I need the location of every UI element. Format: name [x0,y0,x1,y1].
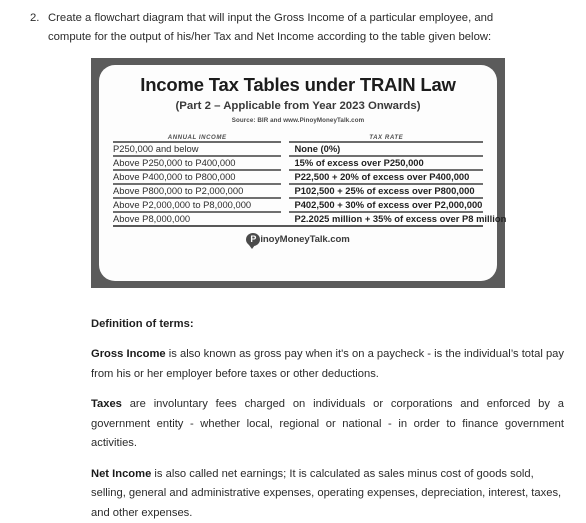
question-text: Create a flowchart diagram that will inp… [48,9,564,47]
question-line-2: compute for the output of his/her Tax an… [48,31,492,43]
definition-taxes: Taxes are involuntary fees charged on in… [91,395,564,454]
cell-income: Above P400,000 to P800,000 [113,170,282,185]
table-row: P250,000 and below None (0%) [113,141,483,157]
definition-term: Taxes [91,398,122,411]
table-row: Above P8,000,000 P2.2025 million + 35% o… [113,212,506,227]
cell-income: Above P800,000 to P2,000,000 [113,184,282,199]
figure-card: Income Tax Tables under TRAIN Law (Part … [99,65,506,281]
cell-spacer [281,156,289,170]
cell-income: Above P8,000,000 [113,212,282,227]
definition-gross-income: Gross Income is also known as gross pay … [91,345,564,384]
cell-spacer [281,184,289,198]
question-line-1: Create a flowchart diagram that will inp… [48,12,494,24]
cell-rate: P102,500 + 25% of excess over P800,000 [289,184,483,199]
table-row: Above P800,000 to P2,000,000 P102,500 + … [113,184,483,199]
logo-text: inoyMoneyTalk.com [260,234,350,245]
column-header-tax-rate: TAX RATE [369,134,404,141]
definition-term: Net Income [91,467,152,480]
cell-rate: P402,500 + 30% of excess over P2,000,000 [289,198,483,213]
cell-income: Above P2,000,000 to P8,000,000 [113,198,282,213]
figure-frame: Income Tax Tables under TRAIN Law (Part … [91,58,506,288]
column-header-annual-income: ANNUAL INCOME [167,134,227,141]
definition-net-income: Net Income is also called net earnings; … [91,465,564,523]
cell-rate: P22,500 + 20% of excess over P400,000 [289,170,483,185]
cell-income: P250,000 and below [113,141,282,157]
table-row: Above P250,000 to P400,000 15% of excess… [113,156,483,171]
cell-spacer [281,212,290,227]
figure-title: Income Tax Tables under TRAIN Law [140,74,456,95]
tax-table-figure: Income Tax Tables under TRAIN Law (Part … [0,58,586,288]
tax-rate-table: ANNUAL INCOME TAX RATE P250,000 and belo… [113,130,506,227]
speech-bubble-icon: P [246,233,261,249]
figure-source: Source: BIR and www.PinoyMoneyTalk.com [231,117,365,124]
cell-spacer [281,170,289,184]
pinoymoneytalk-logo: P inoyMoneyTalk.com [113,233,483,249]
logo-mark-letter: P [250,233,257,244]
table-header-row: ANNUAL INCOME TAX RATE [113,130,483,142]
question-number: 2. [30,12,40,24]
cell-spacer [281,198,289,212]
definition-body: are involuntary fees charged on individu… [91,398,564,450]
cell-rate: P2.2025 million + 35% of excess over P8 … [289,212,506,227]
cell-spacer [281,142,289,156]
table-row: Above P400,000 to P800,000 P22,500 + 20%… [113,170,483,185]
table-row: Above P2,000,000 to P8,000,000 P402,500 … [113,198,483,213]
cell-rate: 15% of excess over P250,000 [289,156,483,171]
column-gap [281,130,289,142]
definition-term: Gross Income [91,348,166,360]
question-item: 2. Create a flowchart diagram that will … [0,0,586,47]
document-page: 2. Create a flowchart diagram that will … [0,0,586,519]
cell-income: Above P250,000 to P400,000 [113,156,282,171]
figure-subtitle: (Part 2 – Applicable from Year 2023 Onwa… [175,100,421,112]
definitions-section: Definition of terms: Gross Income is als… [0,315,586,523]
definition-body: is also called net earnings; It is calcu… [91,467,562,519]
cell-rate: None (0%) [289,141,483,157]
definitions-heading: Definition of terms: [91,318,194,330]
